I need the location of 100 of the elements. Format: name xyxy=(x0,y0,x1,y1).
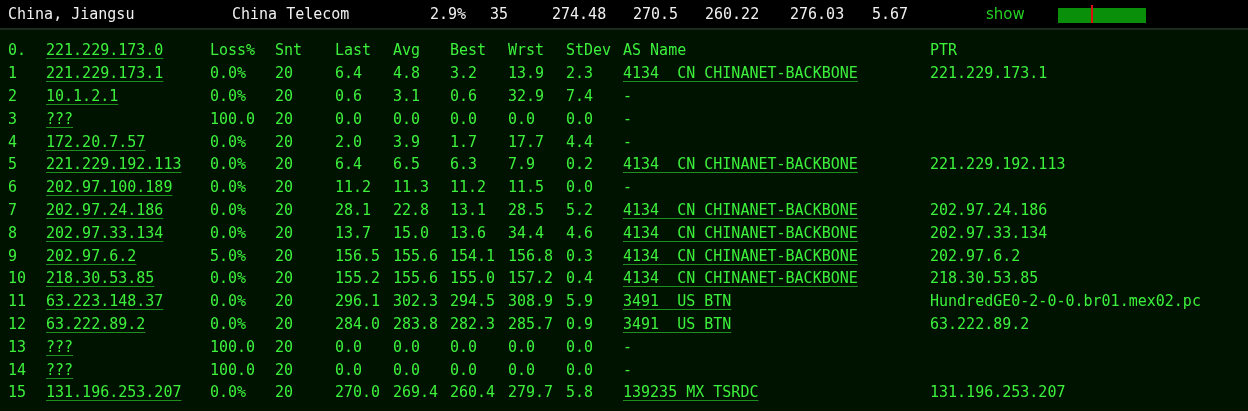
table-cell-text: 155.6 xyxy=(393,269,440,288)
table-cell: - xyxy=(623,87,633,105)
table-cell-text: 0.0% xyxy=(210,132,248,151)
hop-number: 10 xyxy=(8,269,28,288)
table-cell-text: 0.3 xyxy=(566,246,595,265)
host-link[interactable]: ??? xyxy=(46,337,74,356)
table-cell-text: 0.0 xyxy=(335,109,364,128)
table-cell-text: 20 xyxy=(275,360,295,379)
table-cell-text: 282.3 xyxy=(450,314,497,333)
host-link[interactable]: 10.1.2.1 xyxy=(46,87,119,105)
table-cell-text: 0.6 xyxy=(450,87,479,105)
hop-number: 15 xyxy=(8,383,28,402)
host-link[interactable]: 202.97.6.2 xyxy=(46,246,137,265)
host-link[interactable]: ??? xyxy=(46,360,74,379)
header-cell-text: 0. xyxy=(8,41,28,60)
host-link[interactable]: 172.20.7.57 xyxy=(46,132,146,151)
host-link[interactable]: 221.229.173.0 xyxy=(46,41,210,60)
table-cell: 221.229.192.113 xyxy=(930,155,1066,174)
as-name-link[interactable]: 4134 CN CHINANET-BACKBONE xyxy=(623,155,858,174)
table-cell-text: 0.4 xyxy=(566,269,595,288)
host-link[interactable]: 63.222.89.2 xyxy=(46,314,146,333)
as-name-link[interactable]: 139235 MX TSRDC xyxy=(623,383,759,402)
as-name-link[interactable]: 4134 CN CHINANET-BACKBONE xyxy=(623,223,858,242)
header-cell-text: AS Name xyxy=(623,41,688,60)
table-cell-text: 3.2 xyxy=(450,64,479,83)
as-name-link[interactable]: 3491 US BTN xyxy=(623,292,732,311)
table-cell-text: 0.0% xyxy=(210,383,248,402)
table-cell-text: 1.7 xyxy=(450,132,479,151)
as-name-link[interactable]: 4134 CN CHINANET-BACKBONE xyxy=(623,200,858,219)
table-cell-text: 285.7 xyxy=(508,314,555,333)
table-cell-text: 17.7 xyxy=(508,132,546,151)
host-link[interactable]: 202.97.33.134 xyxy=(46,223,164,242)
show-link[interactable]: show xyxy=(986,5,1058,23)
table-cell-text: 6.4 xyxy=(335,155,364,174)
host-link[interactable]: 202.97.100.189 xyxy=(46,178,173,197)
table-cell-text: 296.1 xyxy=(335,292,382,311)
table-cell-text: 20 xyxy=(275,132,295,151)
table-cell-text: 279.7 xyxy=(508,383,555,402)
table-cell-text: 20 xyxy=(275,87,295,105)
location-text: China, Jiangsu xyxy=(8,5,136,23)
table-cell-text: 100.0 xyxy=(210,109,257,128)
table-cell-text: 20 xyxy=(275,314,295,333)
table-cell-text: 270.0 xyxy=(335,383,382,402)
table-cell-text: 294.5 xyxy=(450,292,497,311)
table-cell: 202.97.33.134 xyxy=(930,223,1048,242)
table-cell-text: 100.0 xyxy=(210,360,257,379)
table-cell-text: 0.0 xyxy=(508,360,537,379)
host-link[interactable]: 131.196.253.207 xyxy=(46,383,182,402)
table-cell-text: 11.3 xyxy=(393,178,431,197)
table-cell: - xyxy=(623,337,633,356)
host-link[interactable]: 202.97.24.186 xyxy=(46,200,164,219)
hop-number: 2 xyxy=(8,87,19,105)
table-cell-text: 2.0 xyxy=(335,132,364,151)
table-cell-text: 0.0% xyxy=(210,269,248,288)
host-link[interactable]: 218.30.53.85 xyxy=(46,269,155,288)
table-cell: 202.97.6.2 xyxy=(930,246,1021,265)
table-cell-text: 156.8 xyxy=(508,246,555,265)
table-cell-text: 0.0% xyxy=(210,64,248,83)
host-link[interactable]: ??? xyxy=(46,109,74,128)
table-cell-text: 0.0 xyxy=(393,337,422,356)
as-name-link[interactable]: 3491 US BTN xyxy=(623,314,732,333)
hop-number: 11 xyxy=(8,292,28,311)
header-cell-text: Loss% xyxy=(210,41,257,60)
as-name-link[interactable]: 4134 CN CHINANET-BACKBONE xyxy=(623,269,858,288)
host-link[interactable]: 63.223.148.37 xyxy=(46,292,164,311)
header-cell-text: StDev xyxy=(566,41,613,60)
table-cell-text: 0.0 xyxy=(335,337,364,356)
as-name-link[interactable]: 4134 CN CHINANET-BACKBONE xyxy=(623,246,858,265)
table-cell-text: 6.3 xyxy=(450,155,479,174)
header-cell-text: Last xyxy=(335,41,373,60)
table-cell-text: 4.8 xyxy=(393,64,422,83)
table-cell-text: 13.1 xyxy=(450,200,488,219)
table-cell-text: 155.0 xyxy=(450,269,497,288)
table-cell-text: 0.0% xyxy=(210,178,248,197)
table-cell-text: 284.0 xyxy=(335,314,382,333)
table-cell-text: 20 xyxy=(275,200,295,219)
table-cell: 202.97.24.186 xyxy=(930,200,1048,219)
table-cell-text: 0.9 xyxy=(566,314,595,333)
hop-number: 1 xyxy=(8,64,19,83)
table-cell-text: 20 xyxy=(275,178,295,197)
table-cell-text: 260.4 xyxy=(450,383,497,402)
host-link[interactable]: 221.229.192.113 xyxy=(46,155,182,174)
table-cell-text: 28.1 xyxy=(335,200,373,219)
table-cell-text: 20 xyxy=(275,246,295,265)
table-cell-text: 0.0 xyxy=(450,337,479,356)
table-cell-text: 0.0 xyxy=(393,109,422,128)
table-cell: - xyxy=(623,132,633,151)
table-cell-text: 155.6 xyxy=(393,246,440,265)
worst-text: 276.03 xyxy=(790,5,846,23)
table-cell-text: 20 xyxy=(275,337,295,356)
stdev-text: 5.67 xyxy=(872,5,910,23)
hop-number: 7 xyxy=(8,200,19,219)
count-text: 35 xyxy=(490,5,510,23)
table-cell-text: 15.0 xyxy=(393,223,431,242)
table-cell-text: 13.7 xyxy=(335,223,373,242)
hop-number: 6 xyxy=(8,178,19,197)
host-link[interactable]: 221.229.173.1 xyxy=(46,64,164,83)
as-name-link[interactable]: 4134 CN CHINANET-BACKBONE xyxy=(623,64,858,83)
table-cell-text: 3.9 xyxy=(393,132,422,151)
table-cell-text: 5.8 xyxy=(566,383,595,402)
